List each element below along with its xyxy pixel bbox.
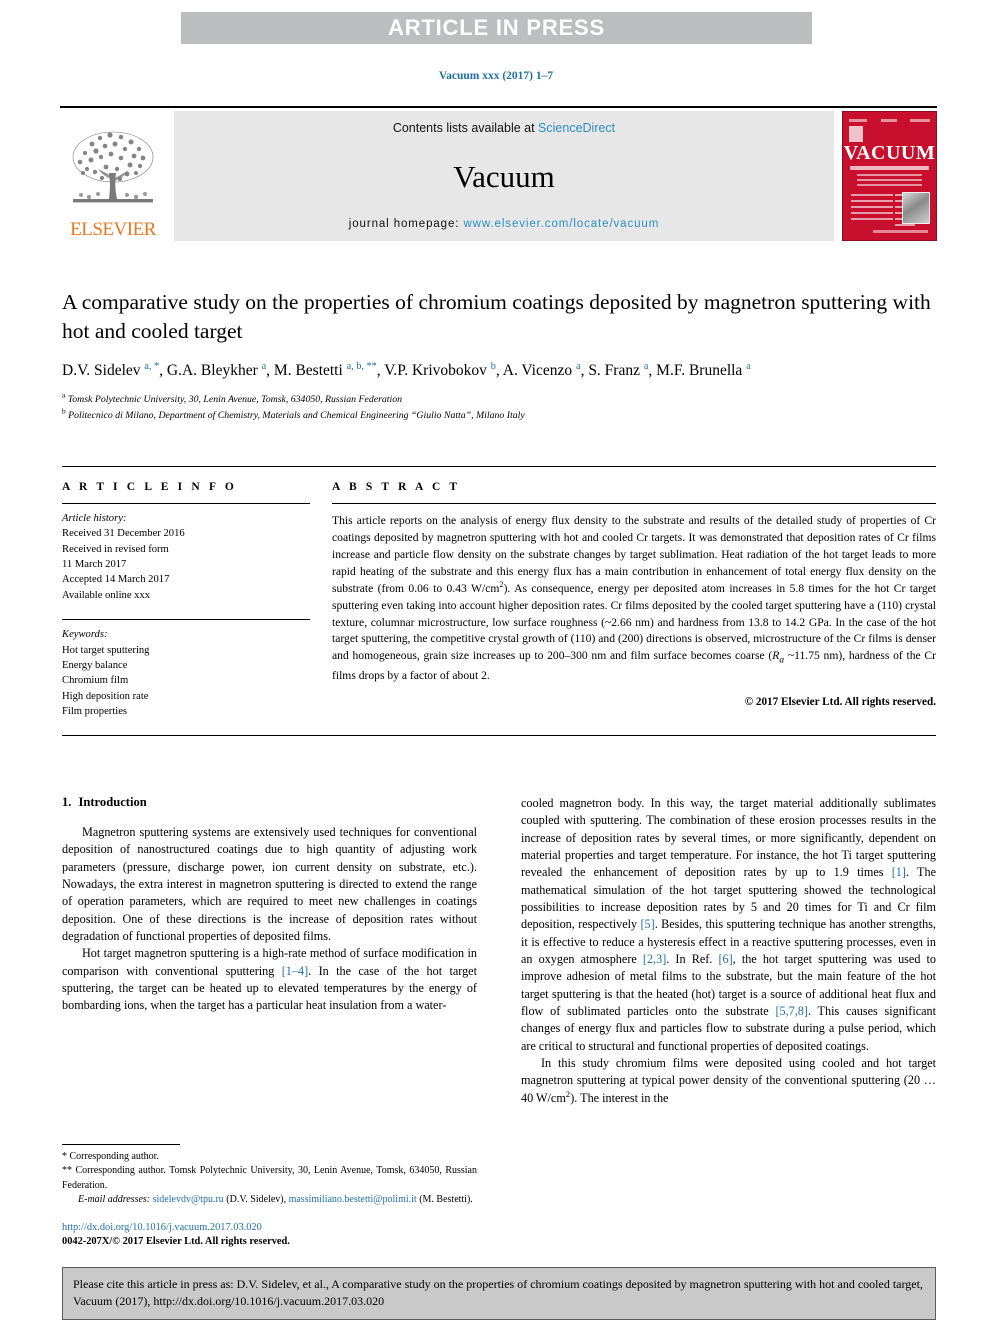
journal-homepage-prefix: journal homepage: xyxy=(348,218,464,230)
cover-subtitle-lines xyxy=(857,174,922,186)
doi-block: http://dx.doi.org/10.1016/j.vacuum.2017.… xyxy=(62,1221,477,1250)
body-columns: 1. Introduction Magnetron sputtering syst… xyxy=(62,795,936,1250)
affiliation-b: b Politecnico di Milano, Department of C… xyxy=(62,406,525,421)
cover-bottom-line xyxy=(873,230,928,233)
section-title: Introduction xyxy=(78,795,147,809)
cite-this-article-text: Please cite this article in press as: D.… xyxy=(73,1277,923,1308)
journal-title: Vacuum xyxy=(453,159,555,194)
running-head: Vacuum xxx (2017) 1–7 xyxy=(438,70,554,82)
intro-paragraph: In this study chromium films were deposi… xyxy=(521,1055,936,1105)
abstract-column: A B S T R A C T This article reports on … xyxy=(332,481,936,719)
sciencedirect-link[interactable]: ScienceDirect xyxy=(538,121,615,135)
abstract-heading: A B S T R A C T xyxy=(332,481,461,493)
keywords-label: Keywords: xyxy=(62,629,108,641)
article-info-divider xyxy=(62,503,310,504)
contents-list-line: Contents lists available at ScienceDirec… xyxy=(393,121,615,135)
journal-homepage-link[interactable]: www.elsevier.com/locate/vacuum xyxy=(463,218,659,230)
abstract-divider xyxy=(332,503,936,504)
keyword-item: High deposition rate xyxy=(62,690,149,702)
footnote-email-addresses: E-mail addresses: sidelevdv@tpu.ru (D.V.… xyxy=(78,1193,473,1205)
article-info-column: A R T I C L E I N F O Article history: R… xyxy=(62,481,310,719)
affiliation-b-text: Politecnico di Milano, Department of Che… xyxy=(68,409,525,421)
article-history-label: Article history: xyxy=(62,513,127,524)
intro-paragraph: cooled magnetron body. In this way, the … xyxy=(521,796,937,1053)
footnote-corresponding-author-2: ** Corresponding author. Tomsk Polytechn… xyxy=(62,1165,477,1191)
article-history-item: Received in revised form xyxy=(62,543,169,555)
cover-elsevier-mark-icon xyxy=(849,126,863,142)
cover-left-text-lines xyxy=(851,194,893,224)
cite-this-article-box: Please cite this article in press as: D.… xyxy=(62,1267,936,1320)
journal-masthead: ELSEVIER Contents lists available at Sci… xyxy=(60,106,937,241)
issn-copyright-line: 0042-207X/© 2017 Elsevier Ltd. All right… xyxy=(62,1236,290,1248)
elsevier-wordmark: ELSEVIER xyxy=(70,219,156,240)
body-column-left: 1. Introduction Magnetron sputtering syst… xyxy=(62,795,477,1250)
cover-top-row xyxy=(849,117,930,123)
abstract-copyright: © 2017 Elsevier Ltd. All rights reserved… xyxy=(744,695,936,708)
article-history-item: Available online xxx xyxy=(62,589,151,601)
intro-paragraph: Magnetron sputtering systems are extensi… xyxy=(62,825,477,943)
affiliations: a Tomsk Polytechnic University, 30, Leni… xyxy=(62,392,936,422)
abstract-text: This article reports on the analysis of … xyxy=(332,514,937,682)
author-list: D.V. Sidelev a, *, G.A. Bleykher a, M. B… xyxy=(62,361,751,380)
article-history-item: Received 31 December 2016 xyxy=(62,528,185,540)
keyword-item: Energy balance xyxy=(62,659,128,671)
keyword-item: Chromium film xyxy=(62,675,129,687)
cover-rule xyxy=(850,166,929,170)
article-in-press-label: ARTICLE IN PRESS xyxy=(388,15,605,40)
keywords-divider xyxy=(62,619,310,621)
info-abstract-band: A R T I C L E I N F O Article history: R… xyxy=(62,466,936,737)
article-in-press-banner: ARTICLE IN PRESS xyxy=(181,12,812,44)
journal-homepage-line: journal homepage: www.elsevier.com/locat… xyxy=(349,218,659,230)
elsevier-tree-icon xyxy=(65,127,161,219)
cover-title: VACUUM xyxy=(843,142,936,164)
article-page: ARTICLE IN PRESS Vacuum xxx (2017) 1–7 E… xyxy=(0,0,992,1323)
keyword-item: Film properties xyxy=(62,705,128,717)
section-number: 1. xyxy=(62,795,72,809)
title-block: A comparative study on the properties of… xyxy=(62,288,936,423)
article-history-item: 11 March 2017 xyxy=(62,559,127,571)
footnotes-block: * Corresponding author. ** Corresponding… xyxy=(62,1144,477,1250)
journal-cover-thumbnail: VACUUM xyxy=(842,111,937,241)
body-column-right: cooled magnetron body. In this way, the … xyxy=(521,795,936,1250)
footnote-corresponding-author-1: * Corresponding author. xyxy=(62,1151,159,1163)
article-history-item: Accepted 14 March 2017 xyxy=(62,574,170,586)
keyword-item: Hot target sputtering xyxy=(62,644,150,656)
intro-paragraph: Hot target magnetron sputtering is a hig… xyxy=(62,946,477,1013)
elsevier-logo: ELSEVIER xyxy=(60,111,166,241)
contents-list-prefix: Contents lists available at xyxy=(392,121,539,135)
section-heading-introduction: 1. Introduction xyxy=(62,795,477,810)
journal-info-box: Contents lists available at ScienceDirec… xyxy=(174,111,834,241)
affiliation-a-text: Tomsk Polytechnic University, 30, Lenin … xyxy=(67,394,403,406)
footnote-divider xyxy=(62,1144,180,1146)
doi-link[interactable]: http://dx.doi.org/10.1016/j.vacuum.2017.… xyxy=(62,1221,477,1236)
page-title: A comparative study on the properties of… xyxy=(62,290,931,343)
cover-inset-image xyxy=(902,192,930,224)
affiliation-a: a Tomsk Polytechnic University, 30, Leni… xyxy=(62,391,403,406)
article-info-heading: A R T I C L E I N F O xyxy=(62,481,237,493)
